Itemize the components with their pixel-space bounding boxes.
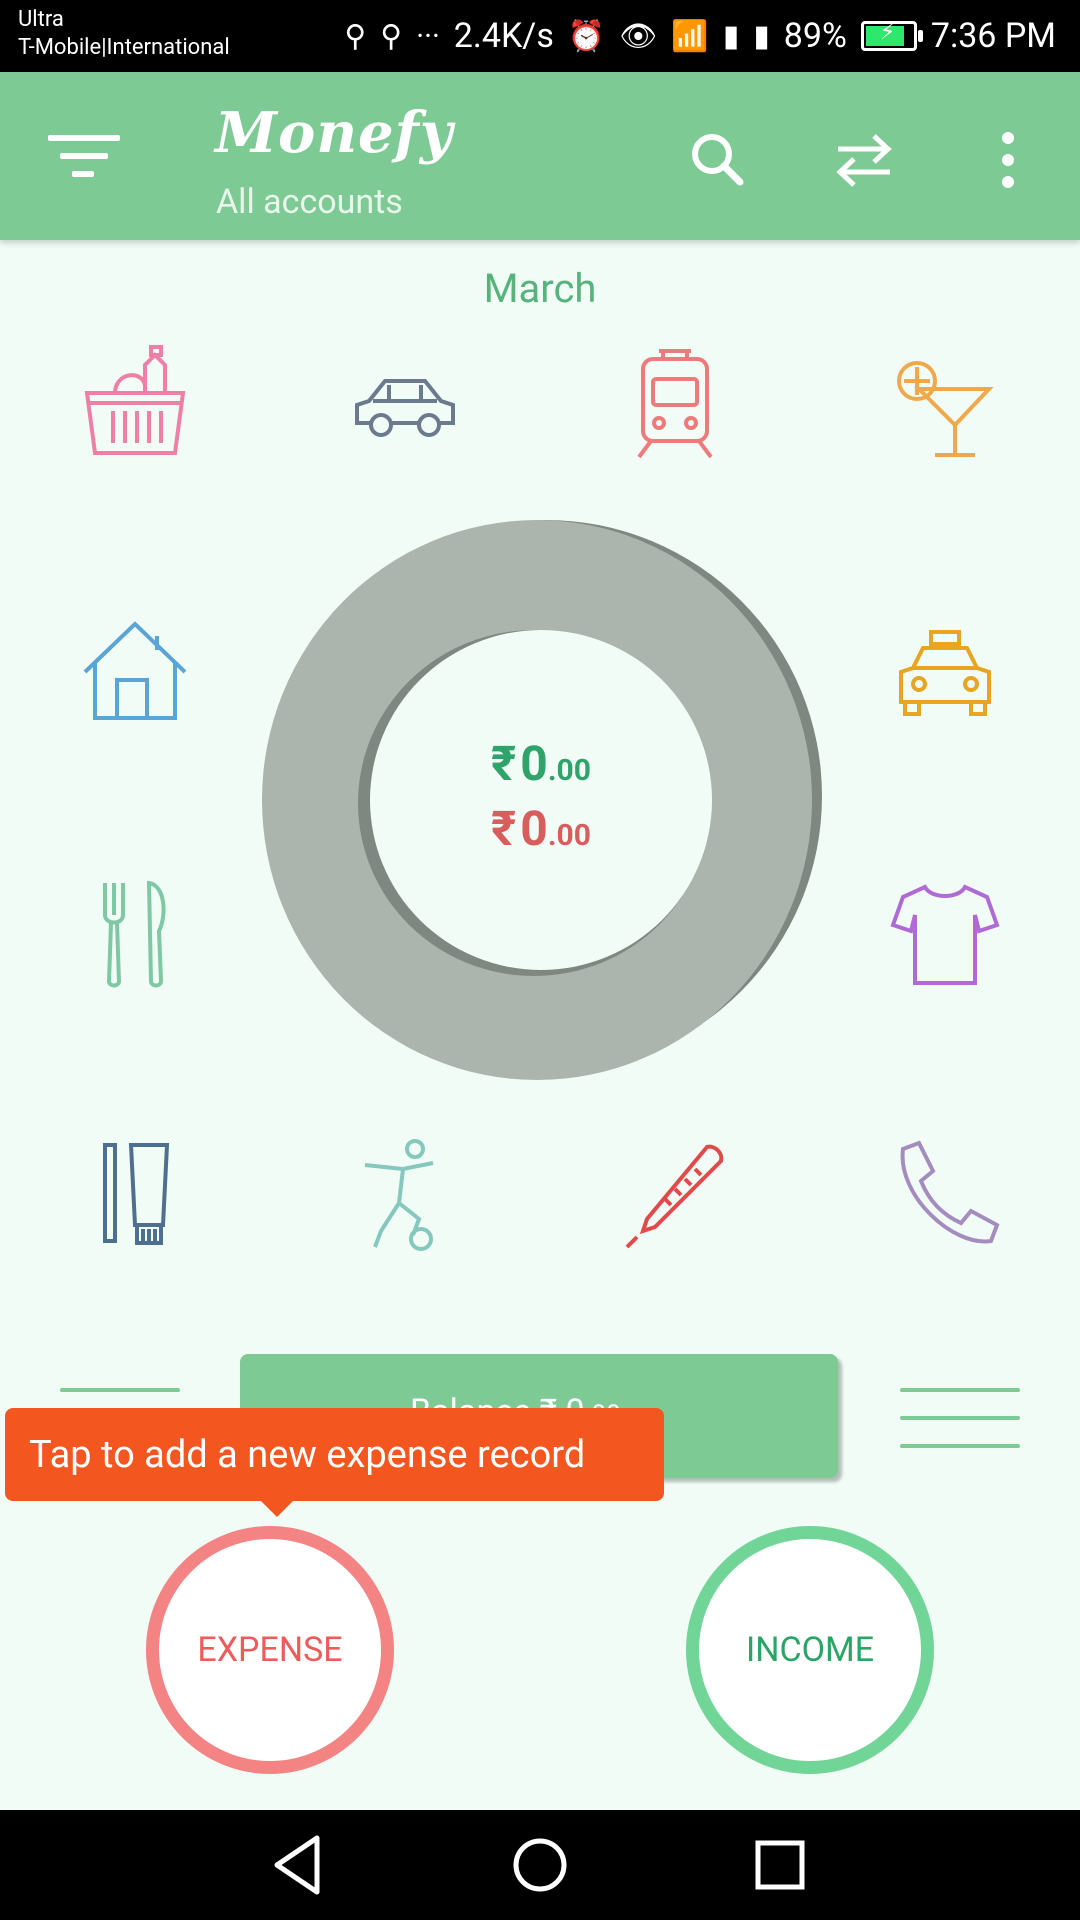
train-icon[interactable] — [615, 345, 735, 465]
recents-icon[interactable] — [745, 1830, 815, 1900]
carrier-label: Ultra T-Mobile|International — [18, 6, 230, 62]
list-icon-line1[interactable] — [900, 1388, 1020, 1392]
clock: 7:36 PM — [930, 16, 1056, 56]
onboarding-tooltip[interactable]: Tap to add a new expense record — [5, 1408, 664, 1517]
account-selector[interactable]: All accounts — [216, 182, 403, 222]
battery-percent: 89% — [783, 16, 847, 56]
expense-total: ₹ 0.00 — [370, 800, 712, 857]
carrier-line2: T-Mobile|International — [18, 35, 230, 60]
list-icon-line3[interactable] — [900, 1444, 1020, 1448]
expense-currency: ₹ — [491, 800, 517, 857]
alarm-icon: ⏰ — [567, 18, 606, 54]
eye-icon: 👁 — [619, 18, 658, 54]
filter-menu-icon[interactable] — [48, 135, 120, 179]
navigation-bar — [0, 1810, 1080, 1920]
sports-icon[interactable] — [345, 1135, 465, 1255]
tooltip-text: Tap to add a new expense record — [29, 1432, 586, 1477]
usb-debug-icon: ⚲ — [380, 18, 403, 54]
signal-roaming-icon: ▮ — [753, 18, 770, 54]
cocktail-icon[interactable] — [885, 345, 1005, 465]
income-total: ₹ 0.00 — [370, 735, 712, 792]
app-title: Monefy — [215, 100, 454, 166]
more-options-icon[interactable] — [972, 124, 1044, 196]
net-speed: 2.4K/s — [453, 16, 554, 56]
more-notifications-icon: ··· — [416, 18, 440, 54]
phone-icon[interactable] — [885, 1135, 1005, 1255]
status-bar: Ultra T-Mobile|International ⚲ ⚲ ··· 2.4… — [0, 0, 1080, 72]
app-bar: Monefy All accounts — [0, 72, 1080, 240]
income-decimals: .00 — [547, 753, 591, 788]
list-icon-line2[interactable] — [900, 1416, 1020, 1420]
income-button[interactable]: INCOME — [686, 1526, 934, 1774]
eating-out-icon[interactable] — [75, 875, 195, 995]
search-icon[interactable] — [682, 124, 754, 196]
month-label[interactable]: March — [0, 265, 1080, 312]
income-integer: 0 — [520, 735, 548, 792]
wifi-icon: 📶 — [671, 18, 709, 54]
toiletry-icon[interactable] — [75, 1135, 195, 1255]
expense-button-label: EXPENSE — [197, 1630, 343, 1670]
income-currency: ₹ — [491, 735, 517, 792]
income-button-label: INCOME — [745, 1630, 875, 1670]
signal-icon: ▮ — [722, 18, 740, 54]
left-divider — [60, 1388, 180, 1392]
home-icon[interactable] — [505, 1830, 575, 1900]
groceries-icon[interactable] — [75, 345, 195, 465]
back-icon[interactable] — [265, 1830, 335, 1900]
house-icon[interactable] — [75, 610, 195, 730]
transfer-icon[interactable] — [828, 124, 900, 196]
taxi-icon[interactable] — [885, 610, 1005, 730]
car-icon[interactable] — [345, 345, 465, 465]
health-icon[interactable] — [615, 1135, 735, 1255]
clothes-icon[interactable] — [885, 875, 1005, 995]
expense-decimals: .00 — [547, 818, 591, 853]
expense-button[interactable]: EXPENSE — [146, 1526, 394, 1774]
carrier-line1: Ultra — [18, 7, 64, 32]
expense-integer: 0 — [520, 800, 548, 857]
usb-icon: ⚲ — [344, 18, 367, 54]
battery-icon: ⚡ — [860, 20, 923, 51]
